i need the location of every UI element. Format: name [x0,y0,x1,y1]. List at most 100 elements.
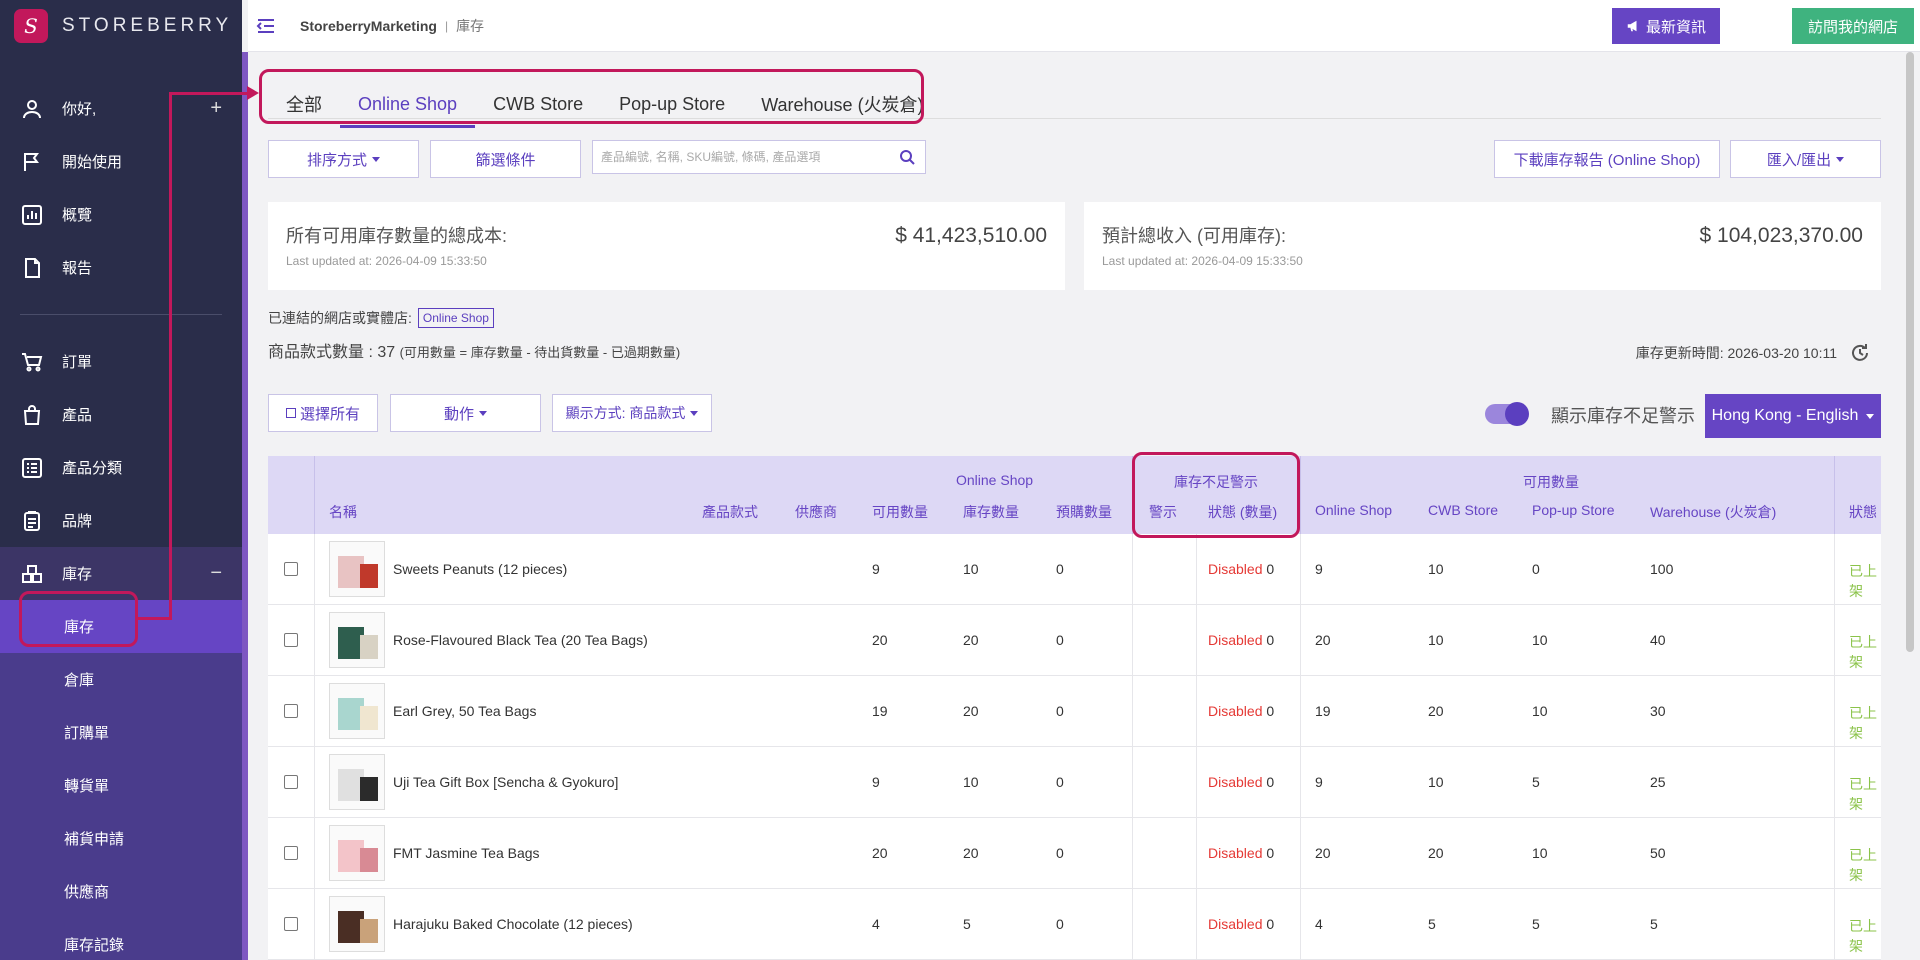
sidebar-subitem-replenishment[interactable]: 補貨申請 [0,812,242,865]
cell-av-online: 20 [1315,845,1331,861]
brand-name: STOREBERRY [62,15,233,36]
table-row[interactable]: FMT Jasmine Tea Bags 20 20 0 20 20 10 50 Disable… [268,818,1881,889]
projected-revenue-label: 預計總收入 (可用庫存): [1102,226,1286,246]
cell-av-cwb: 10 [1428,561,1444,577]
page-scrollbar[interactable] [1906,52,1916,960]
product-name[interactable]: Harajuku Baked Chocolate (12 pieces) [393,916,633,932]
visit-store-button[interactable]: 訪問我的網店 [1791,8,1914,44]
header-preorder: 預購數量 [1056,504,1112,520]
table-row[interactable]: Sweets Peanuts (12 pieces) 9 10 0 9 10 0 100 Dis… [268,534,1881,605]
row-checkbox[interactable] [284,775,298,789]
inventory-icon [20,562,44,586]
import-export-label: 匯入/匯出 [1766,151,1832,169]
low-stock-toggle[interactable] [1485,402,1529,426]
sidebar-item-getting-started[interactable]: 開始使用 [0,135,242,188]
sidebar-item-brands[interactable]: 品牌 [0,494,242,547]
product-thumbnail[interactable] [329,754,385,810]
product-thumbnail[interactable] [329,541,385,597]
status-badge: 已上架 [1849,563,1877,599]
brand[interactable]: S STOREBERRY [0,0,242,52]
column-divider [1196,534,1197,605]
cell-preorder: 0 [1056,774,1064,790]
product-thumbnail[interactable] [329,612,385,668]
inventory-table: Online Shop 庫存不足警示 可用數量 名稱 產品款式 供應商 可用數量… [268,456,1881,960]
row-checkbox[interactable] [284,846,298,860]
sidebar-subitem-transfers[interactable]: 轉貨單 [0,759,242,812]
breadcrumb-store[interactable]: StoreberryMarketing [300,18,437,34]
sidebar-subitem-purchase-orders[interactable]: 訂購單 [0,706,242,759]
column-divider [1300,676,1301,747]
language-select[interactable]: Hong Kong - English [1705,394,1881,438]
sort-button[interactable]: 排序方式 [268,140,419,178]
cell-alert-status: Disabled 0 [1208,845,1274,861]
cell-preorder: 0 [1056,632,1064,648]
collapse-minus-icon[interactable]: − [210,562,222,585]
expand-plus-icon[interactable]: + [210,97,222,120]
cell-preorder: 0 [1056,845,1064,861]
action-label: 動作 [443,405,474,423]
product-thumbnail[interactable] [329,683,385,739]
sidebar-item-label: 報告 [62,260,93,277]
product-name[interactable]: Uji Tea Gift Box [Sencha & Gyokuro] [393,774,618,790]
table-row[interactable]: Earl Grey, 50 Tea Bags 19 20 0 19 20 10 30 Disab… [268,676,1881,747]
sidebar-item-reports[interactable]: 報告 [0,241,242,294]
cell-stock: 10 [963,561,979,577]
megaphone-icon [1627,20,1637,32]
header-name[interactable]: 名稱 [329,502,357,522]
tabs-highlight-annotation [259,69,924,124]
search-input[interactable] [601,150,891,164]
sidebar-item-overview[interactable]: 概覽 [0,188,242,241]
cell-av-cwb: 20 [1428,703,1444,719]
cell-av-popup: 10 [1532,703,1548,719]
cell-preorder: 0 [1056,703,1064,719]
refresh-icon[interactable] [1849,342,1871,364]
table-row[interactable]: Harajuku Baked Chocolate (12 pieces) 4 5 0 4… [268,889,1881,960]
sidebar-subitem-suppliers[interactable]: 供應商 [0,865,242,918]
row-checkbox[interactable] [284,562,298,576]
list-icon [20,456,44,480]
column-divider [314,534,315,605]
sidebar-subitem-label: 供應商 [64,884,110,901]
menu-collapse-icon[interactable] [254,14,278,38]
cell-preorder: 0 [1056,916,1064,932]
cell-av-online: 4 [1315,916,1323,932]
total-cost-card: 所有可用庫存數量的總成本: Last updated at: 2026-04-0… [268,202,1065,290]
chevron-down-icon [1836,156,1845,162]
scrollbar-thumb[interactable] [1906,52,1914,652]
sidebar-item-categories[interactable]: 產品分類 [0,441,242,494]
product-thumbnail[interactable] [329,896,385,952]
storeberry-logo-icon: S [14,9,48,43]
import-export-button[interactable]: 匯入/匯出 [1730,140,1881,178]
cell-alert-status: Disabled 0 [1208,703,1274,719]
header-divider [314,456,315,534]
table-row[interactable]: Uji Tea Gift Box [Sencha & Gyokuro] 9 10 0 9… [268,747,1881,818]
column-divider [1300,889,1301,960]
cell-av-popup: 10 [1532,845,1548,861]
total-cost-label: 所有可用庫存數量的總成本: [286,226,507,246]
row-checkbox[interactable] [284,704,298,718]
product-name[interactable]: Earl Grey, 50 Tea Bags [393,703,536,719]
product-name[interactable]: Rose-Flavoured Black Tea (20 Tea Bags) [393,632,648,648]
sidebar-subitem-warehouse[interactable]: 倉庫 [0,653,242,706]
product-name[interactable]: FMT Jasmine Tea Bags [393,845,540,861]
display-mode-button[interactable]: 顯示方式: 商品款式 [552,394,712,432]
table-row[interactable]: Rose-Flavoured Black Tea (20 Tea Bags) 20… [268,605,1881,676]
sidebar-subitem-inventory-log[interactable]: 庫存記錄 [0,918,242,960]
search-icon[interactable] [899,149,915,165]
sidebar-subitem-label: 補貨申請 [64,831,125,848]
cell-av-cwb: 10 [1428,774,1444,790]
alert-status-text: Disabled [1208,774,1263,790]
sidebar-item-greeting[interactable]: 你好, + [0,82,242,135]
download-report-button[interactable]: 下載庫存報告 (Online Shop) [1494,140,1720,178]
product-thumbnail[interactable] [329,825,385,881]
action-button[interactable]: 動作 [390,394,541,432]
select-all-button[interactable]: 選擇所有 [268,394,378,432]
row-checkbox[interactable] [284,633,298,647]
news-button[interactable]: 最新資訊 [1611,8,1720,44]
product-name[interactable]: Sweets Peanuts (12 pieces) [393,561,567,577]
annotation-arrow-icon [247,86,259,100]
filter-button[interactable]: 篩選條件 [430,140,581,178]
row-checkbox[interactable] [284,917,298,931]
sidebar-item-products[interactable]: 產品 [0,388,242,441]
sidebar-item-orders[interactable]: 訂單 [0,335,242,388]
